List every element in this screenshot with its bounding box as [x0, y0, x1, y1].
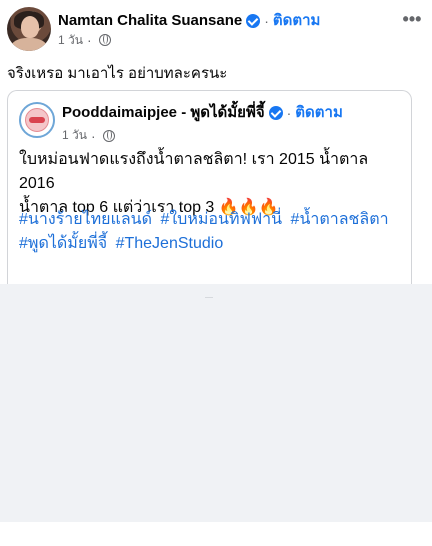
more-options-icon[interactable]: •••	[400, 10, 424, 31]
page-name[interactable]: Pooddaimaipjee - พูดได้มั้ยพี่จี้	[62, 104, 265, 122]
author-avatar[interactable]	[7, 7, 51, 51]
hashtag-link[interactable]: #พูดได้มั้ยพี่จี้	[19, 235, 107, 252]
avatar-shoulder	[11, 38, 47, 51]
post-caption: จริงเหรอ มาเอาไร อย่าบทละครนะ	[7, 65, 228, 82]
verified-badge-icon	[268, 106, 283, 120]
hashtag-list: #นางร้ายไทยแลนด์ #ใบหม่อนทิฟฟานี่ #น้ำตา…	[19, 208, 403, 256]
author-name-line: Namtan Chalita Suansane · ติดตาม	[58, 12, 320, 30]
feed-separator-area	[0, 284, 432, 522]
meta-separator-dot: ·	[90, 127, 96, 144]
page-avatar[interactable]	[19, 102, 55, 138]
hashtag-link[interactable]: #TheJenStudio	[116, 235, 224, 252]
hashtag-link[interactable]: #น้ำตาลชลิตา	[291, 211, 389, 228]
public-globe-icon	[102, 129, 115, 142]
facebook-post: Namtan Chalita Suansane · ติดตาม 1 วัน ·…	[0, 0, 432, 284]
shared-post-card[interactable]: Pooddaimaipjee - พูดได้มั้ยพี่จี้ · ติดต…	[7, 90, 412, 284]
shared-post-header: Pooddaimaipjee - พูดได้มั้ยพี่จี้ · ติดต…	[19, 102, 401, 145]
meta-separator-dot: ·	[86, 32, 92, 48]
page-name-line: Pooddaimaipjee - พูดได้มั้ยพี่จี้ · ติดต…	[62, 104, 343, 122]
follow-button[interactable]: ติดตาม	[273, 12, 321, 30]
shared-post-time[interactable]: 1 วัน	[62, 126, 87, 145]
post-header: Namtan Chalita Suansane · ติดตาม 1 วัน ·…	[7, 7, 424, 53]
follow-page-button[interactable]: ติดตาม	[295, 104, 343, 122]
post-meta: 1 วัน ·	[58, 33, 111, 47]
separator-dot: ·	[264, 13, 269, 29]
bottom-edge	[0, 522, 432, 546]
shared-post-meta: 1 วัน ·	[62, 126, 115, 145]
hashtag-link[interactable]: #นางร้ายไทยแลนด์	[19, 211, 152, 228]
post-time[interactable]: 1 วัน	[58, 33, 83, 47]
separator-dot: ·	[286, 105, 292, 121]
page-avatar-mark	[29, 117, 45, 123]
hashtag-link[interactable]: #ใบหม่อนทิฟฟานี่	[160, 211, 282, 228]
loading-indicator	[205, 297, 213, 298]
verified-badge-icon	[246, 14, 261, 28]
public-globe-icon	[98, 34, 111, 46]
author-name[interactable]: Namtan Chalita Suansane	[58, 12, 242, 30]
shared-text-line-1: ใบหม่อนฟาดแรงถึงน้ำตาลชลิตา! เรา 2015 น้…	[19, 151, 369, 192]
avatar-face	[21, 16, 39, 38]
